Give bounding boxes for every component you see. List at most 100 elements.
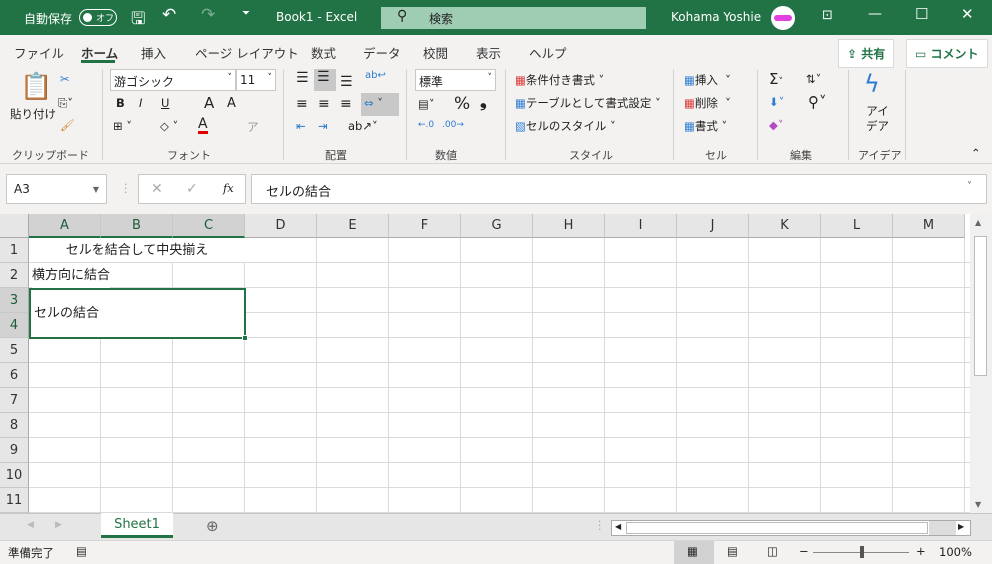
scroll-down-icon[interactable]: ▼ (975, 500, 981, 509)
column-header-F[interactable]: F (389, 214, 461, 238)
insert-function-button[interactable]: fx (223, 181, 234, 195)
ideas-icon[interactable]: ϟ (864, 70, 880, 98)
avatar[interactable] (771, 6, 795, 30)
minimize-icon[interactable]: — (868, 6, 882, 22)
row-header-10[interactable]: 10 (0, 463, 29, 488)
column-header-J[interactable]: J (677, 214, 749, 238)
customize-qat-icon[interactable]: ⏷ (242, 8, 250, 19)
vertical-scroll-thumb[interactable] (974, 236, 987, 376)
zoom-out-button[interactable]: − (799, 544, 809, 558)
format-cells-button[interactable]: ▦書式 ˅ (684, 118, 727, 134)
cell-A3-merged-selected[interactable]: セルの結合 (29, 288, 246, 339)
row-header-1[interactable]: 1 (0, 238, 29, 263)
column-header-E[interactable]: E (317, 214, 389, 238)
increase-indent-icon[interactable]: ⇥ (318, 119, 328, 133)
name-box[interactable]: A3 ▼ (6, 174, 107, 204)
cancel-icon[interactable]: ✕ (151, 181, 163, 197)
scroll-left-icon[interactable]: ◀ (615, 522, 621, 531)
undo-icon[interactable]: ↶ (162, 5, 176, 25)
autosave-toggle[interactable]: オフ (79, 9, 117, 26)
copy-icon[interactable]: ⎘˅ (58, 96, 73, 111)
borders-icon[interactable]: ⊞ ˅ (113, 119, 132, 133)
ideas-button[interactable]: アイ デア (866, 104, 889, 134)
row-header-7[interactable]: 7 (0, 388, 29, 413)
grow-font-button[interactable]: A (204, 94, 214, 112)
bold-button[interactable]: B (116, 96, 125, 110)
zoom-slider-thumb[interactable] (860, 546, 864, 558)
cut-icon[interactable]: ✂ (60, 72, 70, 86)
worksheet-grid[interactable]: A B C D E F G H I J K L M 1 2 3 4 5 6 7 8 9 10 11 セルを結合して中央揃え 横… (0, 214, 970, 513)
row-header-8[interactable]: 8 (0, 413, 29, 438)
orientation-icon[interactable]: ab↗˅ (348, 119, 378, 133)
tab-page-layout[interactable]: ページ レイアウト (195, 43, 299, 62)
cell-A2[interactable]: 横方向に結合 (32, 263, 111, 288)
row-header-6[interactable]: 6 (0, 363, 29, 388)
search-box[interactable]: ⚲ 検索 (381, 7, 646, 29)
column-header-K[interactable]: K (749, 214, 821, 238)
scroll-up-icon[interactable]: ▲ (975, 218, 981, 227)
paste-button[interactable]: 貼り付け (10, 106, 56, 122)
align-right-icon[interactable]: ≡ (340, 96, 352, 112)
increase-decimal-icon[interactable]: ←.0 (418, 120, 434, 130)
sort-filter-icon[interactable]: ⇅˅ (806, 72, 821, 86)
accounting-format-icon[interactable]: ▤˅ (418, 97, 435, 111)
merge-center-icon[interactable]: ⇔ ˅ (361, 93, 399, 116)
row-header-2[interactable]: 2 (0, 263, 29, 288)
macro-record-icon[interactable]: ▤ (76, 544, 87, 558)
tab-splitter[interactable]: ⋮ (594, 518, 606, 532)
row-header-5[interactable]: 5 (0, 338, 29, 363)
column-header-B[interactable]: B (101, 214, 173, 238)
maximize-icon[interactable]: ☐ (915, 5, 928, 23)
close-icon[interactable]: ✕ (961, 5, 974, 23)
select-all-button[interactable] (0, 214, 29, 238)
save-icon[interactable]: 🖫 (131, 6, 145, 35)
enter-icon[interactable]: ✓ (186, 181, 198, 197)
tab-data[interactable]: データ (363, 43, 401, 62)
column-header-C[interactable]: C (173, 214, 245, 238)
tab-review[interactable]: 校閲 (423, 43, 448, 62)
column-header-G[interactable]: G (461, 214, 533, 238)
align-top-icon[interactable]: ☰ (296, 70, 309, 86)
find-select-icon[interactable]: ⚲˅ (808, 93, 827, 111)
row-header-11[interactable]: 11 (0, 488, 29, 513)
decrease-decimal-icon[interactable]: .00→ (442, 120, 464, 130)
percent-button[interactable]: % (454, 94, 470, 114)
tab-file[interactable]: ファイル (14, 43, 64, 62)
comment-button[interactable]: ▭ コメント (906, 39, 988, 68)
font-name-select[interactable]: 游ゴシック ˅ (110, 69, 236, 91)
number-format-select[interactable]: 標準 ˅ (415, 69, 496, 91)
zoom-level[interactable]: 100% (939, 545, 972, 559)
align-middle-icon[interactable]: ☰ (314, 69, 336, 91)
format-as-table-button[interactable]: ▦テーブルとして書式設定 ˅ (515, 95, 661, 111)
font-size-select[interactable]: 11 ˅ (236, 69, 276, 91)
formula-bar-grip[interactable]: ⋮ (120, 181, 132, 195)
tab-view[interactable]: 表示 (476, 43, 501, 62)
row-header-4[interactable]: 4 (0, 313, 29, 338)
column-header-D[interactable]: D (245, 214, 317, 238)
delete-cells-button[interactable]: ▦削除 ˅ (684, 95, 731, 111)
scroll-right-icon[interactable]: ▶ (958, 522, 964, 531)
page-break-view-icon[interactable]: ◫ (767, 544, 778, 558)
column-header-M[interactable]: M (893, 214, 965, 238)
insert-cells-button[interactable]: ▦挿入 ˅ (684, 72, 731, 88)
fill-icon[interactable]: ⬇˅ (769, 95, 784, 109)
conditional-format-button[interactable]: ▦条件付き書式 ˅ (515, 72, 604, 88)
font-color-button[interactable]: A (198, 117, 208, 134)
paste-icon[interactable]: 📋 (20, 72, 52, 102)
shrink-font-button[interactable]: A (227, 96, 236, 111)
ribbon-display-icon[interactable]: ⊡ (822, 8, 833, 23)
share-button[interactable]: ⇪ 共有 (838, 39, 895, 68)
align-bottom-icon[interactable]: ☰ (340, 74, 353, 90)
horizontal-scroll-thumb[interactable] (626, 522, 928, 534)
normal-view-button[interactable]: ▦ (674, 541, 714, 564)
tab-insert[interactable]: 挿入 (141, 43, 166, 62)
column-header-A[interactable]: A (29, 214, 101, 238)
clear-icon[interactable]: ◆˅ (769, 118, 784, 132)
wrap-text-icon[interactable]: ab↩ (365, 70, 386, 81)
italic-button[interactable]: I (139, 96, 142, 110)
cell-styles-button[interactable]: ▧セルのスタイル ˅ (515, 118, 616, 134)
page-layout-view-icon[interactable]: ▤ (727, 544, 738, 558)
underline-button[interactable]: U (161, 96, 169, 110)
column-header-L[interactable]: L (821, 214, 893, 238)
tab-formulas[interactable]: 数式 (311, 43, 336, 62)
